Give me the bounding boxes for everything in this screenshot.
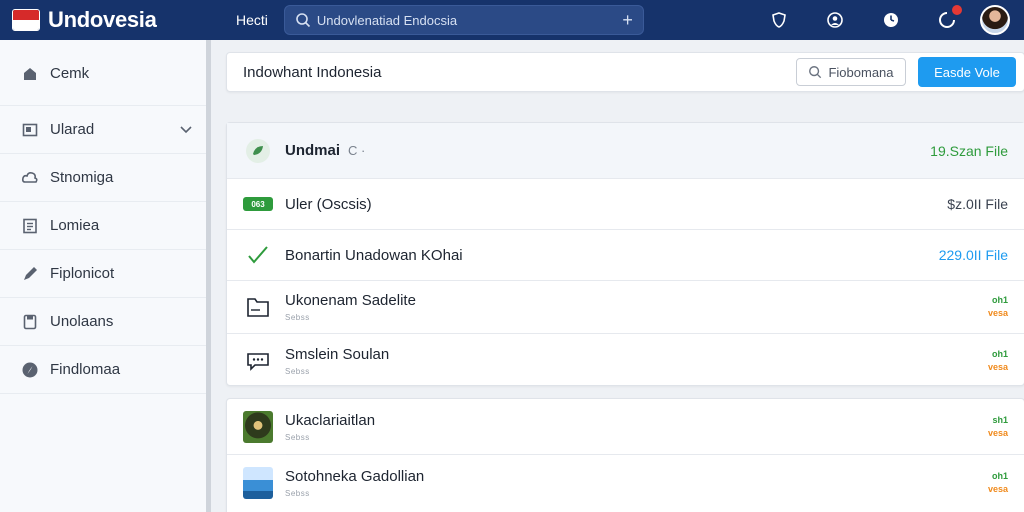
sidebar-item-findlomaa[interactable]: Findlomaa — [0, 346, 206, 394]
row-meta-bottom: vesa — [987, 427, 1008, 438]
table-row[interactable]: Smslein Soulan Sebss oh1 vesa — [227, 334, 1024, 387]
flag-icon — [12, 9, 40, 31]
message-icon — [243, 346, 273, 376]
file-list: Undmai C · 19.Szan File 063 Uler (Oscsis… — [226, 122, 1024, 386]
notification-badge — [951, 4, 963, 16]
page-header: Indowhant Indonesia Fiobomana Easde Vole — [226, 52, 1024, 92]
row-meta-top: oh1 — [991, 295, 1008, 305]
user-icon[interactable] — [824, 9, 846, 31]
sidebar-item-label: Ularad — [50, 121, 95, 138]
sidebar-item-stnomiga[interactable]: Stnomiga — [0, 154, 206, 202]
notification-icon[interactable] — [936, 4, 963, 31]
compass-icon — [20, 360, 40, 380]
sidebar-item-label: Findlomaa — [50, 361, 121, 378]
sidebar-item-label: Cemk — [50, 65, 90, 82]
row-subtitle: Sebss — [285, 432, 310, 442]
row-meta: oh1 vesa — [988, 470, 1008, 496]
row-meta-top: sh1 — [992, 414, 1008, 425]
row-subtitle: Sebss — [285, 489, 310, 498]
thumbnail-image — [243, 410, 273, 443]
clock-icon[interactable] — [880, 9, 902, 31]
thumbnail-container — [243, 467, 273, 499]
document-icon — [20, 312, 40, 332]
list-header-total: 19.Szan File — [930, 142, 1008, 159]
cloud-icon — [20, 168, 40, 188]
sidebar-item-label: Fiplonicot — [50, 265, 115, 282]
list-item[interactable]: Sotohneka Gadollian Sebss oh1 vesa — [227, 455, 1024, 511]
row-meta-bottom: vesa — [987, 361, 1008, 372]
table-row[interactable]: Bonartin Unadowan KOhai 229.0II File — [227, 230, 1024, 281]
sidebar-item-ularad[interactable]: Ularad — [0, 106, 206, 154]
pen-icon — [20, 264, 40, 284]
list-icon — [20, 216, 40, 236]
status-badge: 063 — [243, 197, 273, 211]
badge-container: 063 — [243, 189, 273, 219]
sidebar: Cemk Ularad Stnomiga Lomiea Fiplonicot U… — [0, 40, 206, 512]
row-meta: oh1 vesa — [988, 348, 1008, 374]
row-meta: sh1 vesa — [988, 414, 1008, 440]
list-header-title: Undmai — [285, 142, 341, 159]
leaf-icon — [243, 136, 273, 166]
square-icon — [20, 120, 40, 140]
row-title: Ukaclariaitlan — [285, 411, 376, 429]
row-title: Uler (Oscsis) — [285, 195, 372, 213]
search-icon — [296, 13, 310, 28]
row-subtitle: Sebss — [285, 313, 310, 322]
page-title: Indowhant Indonesia — [243, 63, 382, 81]
row-subtitle: Sebss — [285, 366, 310, 376]
nav-link[interactable]: Hecti — [236, 12, 268, 28]
list-item[interactable]: Ukaclariaitlan Sebss sh1 vesa — [227, 399, 1024, 455]
search-icon — [809, 66, 822, 79]
row-meta: oh1 vesa — [988, 294, 1008, 320]
chevron-down-icon[interactable] — [180, 121, 192, 138]
sidebar-item-lomiea[interactable]: Lomiea — [0, 202, 206, 250]
media-list: Ukaclariaitlan Sebss sh1 vesa Sotohneka … — [226, 398, 1024, 512]
row-size: $z.0II File — [947, 196, 1008, 212]
top-bar: Undovesia Hecti Undovlenatiad Endocsia + — [0, 0, 1024, 40]
sidebar-item-cemk[interactable]: Cemk — [0, 40, 206, 106]
search-placeholder: Undovlenatiad Endocsia — [316, 12, 458, 28]
sidebar-item-fiplonicot[interactable]: Fiplonicot — [0, 250, 206, 298]
plus-icon[interactable]: + — [622, 10, 633, 31]
thumbnail-container — [243, 410, 273, 443]
sidebar-item-label: Unolaans — [50, 313, 114, 330]
row-size: 229.0II File — [938, 247, 1008, 263]
row-meta-bottom: vesa — [987, 308, 1008, 318]
row-title: Smslein Soulan — [285, 345, 390, 363]
list-header-suffix: C · — [348, 143, 366, 158]
brand-logo[interactable]: Undovesia — [12, 7, 212, 33]
table-row[interactable]: 063 Uler (Oscsis) $z.0II File — [227, 179, 1024, 230]
search-button[interactable]: Fiobomana — [796, 58, 906, 86]
thumbnail-image — [243, 467, 273, 499]
brand-name: Undovesia — [48, 7, 157, 32]
row-title: Bonartin Unadowan KOhai — [285, 246, 463, 264]
sidebar-item-label: Lomiea — [50, 217, 100, 234]
primary-button[interactable]: Easde Vole — [918, 57, 1016, 87]
row-title: Ukonenam Sadelite — [285, 292, 416, 309]
check-icon — [243, 240, 273, 270]
search-input[interactable]: Undovlenatiad Endocsia + — [283, 5, 644, 35]
search-button-label: Fiobomana — [828, 64, 894, 80]
sidebar-item-unolaans[interactable]: Unolaans — [0, 298, 206, 346]
avatar[interactable] — [980, 5, 1010, 35]
row-title: Sotohneka Gadollian — [285, 468, 425, 485]
home-icon — [20, 64, 40, 84]
sidebar-item-label: Stnomiga — [50, 169, 114, 186]
table-row[interactable]: Ukonenam Sadelite Sebss oh1 vesa — [227, 281, 1024, 334]
main-content: Indowhant Indonesia Fiobomana Easde Vole… — [211, 40, 1024, 512]
row-meta-top: oh1 — [991, 471, 1008, 481]
row-meta-bottom: vesa — [987, 484, 1008, 494]
shield-icon[interactable] — [768, 9, 790, 31]
folder-icon — [243, 292, 273, 322]
row-meta-top: oh1 — [991, 348, 1008, 359]
list-header-row[interactable]: Undmai C · 19.Szan File — [227, 123, 1024, 179]
